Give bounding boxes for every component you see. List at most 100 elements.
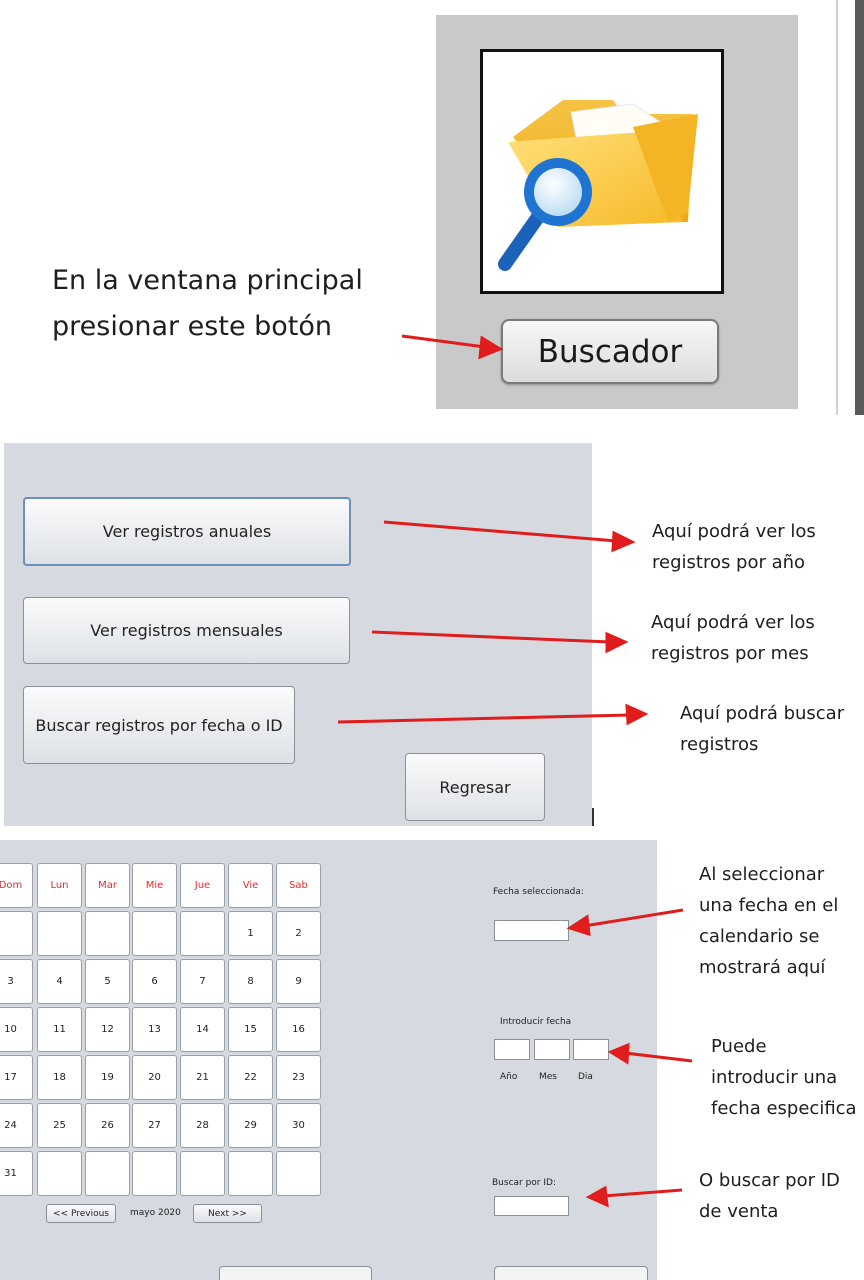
buscador-button[interactable]: Buscador	[501, 319, 719, 384]
calendar-day-cell[interactable]	[180, 911, 225, 956]
calendar-day-cell[interactable]: 1	[228, 911, 273, 956]
weekday-header: Mar	[85, 863, 130, 908]
calendar-day-cell[interactable]: 16	[276, 1007, 321, 1052]
calendar-day-cell[interactable]	[85, 1151, 130, 1196]
calendar-day-cell[interactable]: 2	[276, 911, 321, 956]
day-label: Dia	[578, 1072, 593, 1082]
main-window-instructions: En la ventana principal presionar este b…	[0, 0, 864, 415]
calendar-day-cell[interactable]	[180, 1151, 225, 1196]
note-line: O buscar por ID	[699, 1170, 840, 1191]
calendar-day-cell[interactable]: 10	[0, 1007, 33, 1052]
note-line: Aquí podrá ver los	[652, 521, 816, 542]
calendar-day-cell[interactable]: 17	[0, 1055, 33, 1100]
note-line: registros por año	[652, 552, 806, 573]
calendar-day-cell[interactable]	[37, 911, 82, 956]
weekday-header: Lun	[37, 863, 82, 908]
calendar-day-cell[interactable]: 5	[85, 959, 130, 1004]
calendar-day-cell[interactable]	[0, 911, 33, 956]
calendar-day-cell[interactable]: 18	[37, 1055, 82, 1100]
search-id-field[interactable]	[494, 1196, 569, 1216]
month-field-label: Mes	[539, 1072, 557, 1082]
calendar-day-cell[interactable]: 7	[180, 959, 225, 1004]
search-id-label: Buscar por ID:	[492, 1178, 556, 1188]
divider	[592, 808, 594, 826]
divider	[855, 0, 864, 415]
calendar-day-cell[interactable]: 4	[37, 959, 82, 1004]
calendar-day-cell[interactable]: 27	[132, 1103, 177, 1148]
year-field[interactable]	[494, 1039, 530, 1060]
weekday-header: Vie	[228, 863, 273, 908]
weekday-header: Mie	[132, 863, 177, 908]
back-button[interactable]: Regresar	[405, 753, 545, 821]
selected-date-label: Fecha seleccionada:	[493, 887, 584, 897]
note-line: de venta	[699, 1201, 779, 1222]
calendar-day-cell[interactable]: 31	[0, 1151, 33, 1196]
selected-date-note: Al seleccionar una fecha en el calendari…	[699, 859, 838, 983]
enter-date-note: Puede introducir una fecha especifica	[711, 1031, 857, 1124]
note-line: una fecha en el	[699, 895, 839, 916]
note-line: Aquí podrá ver los	[651, 612, 815, 633]
note-line: fecha especifica	[711, 1098, 857, 1119]
weekday-header: Sab	[276, 863, 321, 908]
month-label: mayo 2020	[130, 1208, 181, 1218]
instruction-text: En la ventana principal presionar este b…	[52, 258, 363, 350]
calendar-day-cell[interactable]	[276, 1151, 321, 1196]
weekday-header: Dom	[0, 863, 33, 908]
calendar-day-cell[interactable]: 29	[228, 1103, 273, 1148]
annual-note: Aquí podrá ver los registros por año	[652, 516, 816, 578]
next-month-button[interactable]: Next >>	[193, 1204, 262, 1223]
instruction-line-1: En la ventana principal	[52, 265, 363, 296]
note-line: calendario se	[699, 926, 820, 947]
note-line: Puede	[711, 1036, 767, 1057]
search-id-note: O buscar por ID de venta	[699, 1165, 840, 1227]
calendar-day-cell[interactable]: 3	[0, 959, 33, 1004]
monthly-note: Aquí podrá ver los registros por mes	[651, 607, 815, 669]
bottom-left-button[interactable]	[219, 1266, 372, 1280]
calendar-day-cell[interactable]: 26	[85, 1103, 130, 1148]
previous-month-button[interactable]: << Previous	[46, 1204, 116, 1223]
calendar-day-cell[interactable]: 28	[180, 1103, 225, 1148]
search-note: Aquí podrá buscar registros	[680, 698, 844, 760]
month-field[interactable]	[534, 1039, 570, 1060]
calendar-day-cell[interactable]: 8	[228, 959, 273, 1004]
selected-date-field[interactable]	[494, 920, 569, 941]
calendar-day-cell[interactable]: 22	[228, 1055, 273, 1100]
instruction-line-2: presionar este botón	[52, 311, 333, 342]
folder-search-icon[interactable]	[480, 49, 724, 294]
calendar-day-cell[interactable]	[132, 1151, 177, 1196]
year-label: Año	[500, 1072, 518, 1082]
calendar-day-cell[interactable]: 15	[228, 1007, 273, 1052]
calendar-day-cell[interactable]	[85, 911, 130, 956]
search-by-date-section: Dom Lun Mar Mie Jue Vie Sab 1 2 3 4 5 6 7 8 9 10 11 12 13 14…	[0, 828, 864, 1280]
calendar-day-cell[interactable]: 24	[0, 1103, 33, 1148]
calendar-day-cell[interactable]: 12	[85, 1007, 130, 1052]
calendar-day-cell[interactable]: 21	[180, 1055, 225, 1100]
note-line: mostrará aquí	[699, 957, 826, 978]
bottom-right-button[interactable]	[494, 1266, 648, 1280]
weekday-header: Jue	[180, 863, 225, 908]
calendar-day-cell[interactable]: 9	[276, 959, 321, 1004]
search-menu-section: Ver registros anuales Ver registros mens…	[0, 418, 864, 828]
note-line: introducir una	[711, 1067, 838, 1088]
monthly-records-button[interactable]: Ver registros mensuales	[23, 597, 350, 664]
note-line: Aquí podrá buscar	[680, 703, 845, 724]
divider	[836, 0, 838, 415]
calendar-day-cell[interactable]: 20	[132, 1055, 177, 1100]
day-field[interactable]	[573, 1039, 609, 1060]
calendar-day-cell[interactable]	[132, 911, 177, 956]
calendar-day-cell[interactable]: 25	[37, 1103, 82, 1148]
calendar-day-cell[interactable]: 13	[132, 1007, 177, 1052]
calendar-day-cell[interactable]: 11	[37, 1007, 82, 1052]
note-line: registros por mes	[651, 643, 809, 664]
calendar-day-cell[interactable]: 30	[276, 1103, 321, 1148]
calendar-day-cell[interactable]	[37, 1151, 82, 1196]
calendar-day-cell[interactable]: 23	[276, 1055, 321, 1100]
calendar-day-cell[interactable]: 14	[180, 1007, 225, 1052]
search-records-button[interactable]: Buscar registros por fecha o ID	[23, 686, 295, 764]
calendar-day-cell[interactable]: 19	[85, 1055, 130, 1100]
calendar-day-cell[interactable]	[228, 1151, 273, 1196]
note-line: Al seleccionar	[699, 864, 825, 885]
calendar-day-cell[interactable]: 6	[132, 959, 177, 1004]
enter-date-label: Introducir fecha	[500, 1017, 572, 1027]
annual-records-button[interactable]: Ver registros anuales	[23, 497, 351, 566]
